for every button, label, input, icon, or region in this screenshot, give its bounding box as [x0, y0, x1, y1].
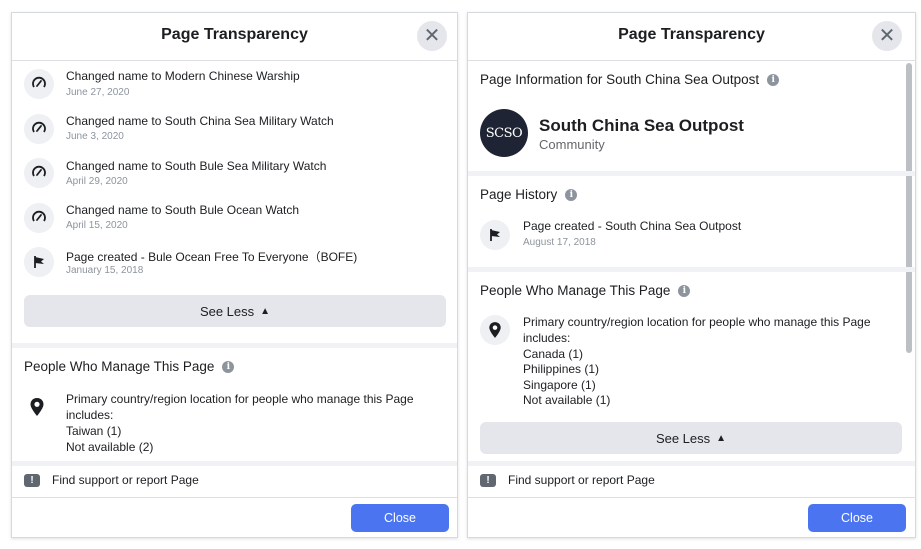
alert-icon: !	[24, 473, 40, 487]
history-prefix: Changed name to	[66, 203, 165, 217]
report-page-link[interactable]: ! Find support or report Page	[24, 473, 199, 487]
dialog-header: Page Transparency ✕	[468, 13, 915, 61]
location-pin-icon	[480, 315, 510, 345]
rename-icon	[24, 114, 54, 144]
footer-divider	[12, 497, 457, 498]
history-date: June 3, 2020	[66, 131, 124, 142]
people-section-title: People Who Manage This Page i	[24, 359, 235, 374]
people-intro-cont: includes:	[66, 408, 114, 422]
people-section-title: People Who Manage This Page i	[480, 283, 691, 298]
people-title-label: People Who Manage This Page	[480, 283, 671, 298]
report-label: Find support or report Page	[508, 473, 655, 487]
chevron-up-icon: ▲	[716, 432, 727, 444]
people-intro-cont: includes:	[523, 331, 571, 345]
history-item-text: Page created - South China Sea Outpost	[523, 219, 741, 233]
see-less-label: See Less	[199, 303, 255, 319]
scrollbar-thumb[interactable]	[906, 63, 912, 353]
rename-icon	[24, 203, 54, 233]
people-intro: Primary country/region location for peop…	[66, 392, 414, 406]
section-divider	[468, 171, 915, 176]
history-name: South Bule Sea Military Watch	[164, 159, 327, 173]
country-item: Taiwan (1)	[66, 424, 122, 438]
see-less-label: See Less	[655, 430, 711, 446]
close-button[interactable]: Close	[351, 504, 449, 532]
section-divider	[12, 461, 457, 466]
page-name[interactable]: South China Sea Outpost	[539, 116, 744, 136]
history-date: August 17, 2018	[523, 237, 596, 248]
history-date: June 27, 2020	[66, 87, 130, 98]
history-item-text: Changed name to South Bule Ocean Watch	[66, 203, 299, 217]
location-pin-icon	[29, 397, 45, 422]
flag-icon	[480, 220, 510, 250]
history-date: April 29, 2020	[66, 176, 128, 187]
close-button[interactable]: Close	[808, 504, 906, 532]
info-icon[interactable]: i	[222, 360, 235, 373]
history-item-text: Changed name to South China Sea Military…	[66, 114, 334, 128]
history-prefix: Changed name to	[66, 114, 165, 128]
history-name: South China Sea Outpost	[605, 219, 742, 233]
page-info-title: Page Information for South China Sea Out…	[480, 72, 780, 87]
people-title-label: People Who Manage This Page	[24, 359, 215, 374]
people-intro: Primary country/region location for peop…	[523, 315, 871, 329]
history-name: Modern Chinese Warship	[164, 69, 300, 83]
close-icon[interactable]: ✕	[417, 21, 447, 51]
country-item: Not available (2)	[66, 440, 154, 454]
close-icon[interactable]: ✕	[872, 21, 902, 51]
rename-icon	[24, 158, 54, 188]
info-icon[interactable]: i	[767, 73, 780, 86]
dialog-title: Page Transparency	[618, 26, 765, 43]
chevron-up-icon: ▲	[260, 305, 271, 317]
dialog-title: Page Transparency	[161, 26, 308, 43]
history-prefix: Changed name to	[66, 69, 165, 83]
footer-divider	[468, 497, 915, 498]
history-date: January 15, 2018	[66, 265, 144, 276]
section-divider	[12, 343, 457, 348]
scrollbar[interactable]	[906, 61, 912, 493]
report-label: Find support or report Page	[52, 473, 199, 487]
history-name: South Bule Ocean Watch	[164, 203, 300, 217]
page-transparency-dialog-right: Page Transparency ✕ Page Information for…	[467, 12, 916, 538]
rename-icon	[24, 69, 54, 99]
country-item: Philippines (1)	[523, 362, 600, 376]
section-divider	[468, 461, 915, 466]
history-name: South China Sea Military Watch	[164, 114, 334, 128]
history-item-text: Changed name to South Bule Sea Military …	[66, 159, 326, 173]
see-less-button[interactable]: See Less ▲	[24, 295, 446, 327]
dialog-header: Page Transparency ✕	[12, 13, 457, 61]
alert-icon: !	[480, 473, 496, 487]
history-item-text: Changed name to Modern Chinese Warship	[66, 69, 300, 83]
country-item: Not available (1)	[523, 393, 611, 407]
page-history-title: Page History i	[480, 187, 578, 202]
section-divider	[468, 267, 915, 272]
history-name: Bule Ocean Free To Everyone（BOFE)	[148, 250, 358, 264]
report-page-link[interactable]: ! Find support or report Page	[480, 473, 655, 487]
history-prefix: Changed name to	[66, 159, 165, 173]
country-item: Singapore (1)	[523, 378, 596, 392]
page-info-label: Page Information for South China Sea Out…	[480, 72, 760, 87]
history-prefix: Page created -	[66, 250, 149, 264]
country-item: Canada (1)	[523, 347, 584, 361]
page-transparency-dialog-left: Page Transparency ✕ Changed name to Mode…	[11, 12, 458, 538]
page-history-label: Page History	[480, 187, 558, 202]
info-icon[interactable]: i	[678, 284, 691, 297]
page-category: Community	[539, 137, 605, 152]
avatar[interactable]: SCSO	[480, 109, 528, 157]
history-prefix: Page created -	[523, 219, 606, 233]
info-icon[interactable]: i	[565, 188, 578, 201]
history-date: April 15, 2020	[66, 220, 128, 231]
history-item-text: Page created - Bule Ocean Free To Everyo…	[66, 248, 357, 265]
flag-icon	[24, 247, 54, 277]
see-less-button[interactable]: See Less ▲	[480, 422, 902, 454]
